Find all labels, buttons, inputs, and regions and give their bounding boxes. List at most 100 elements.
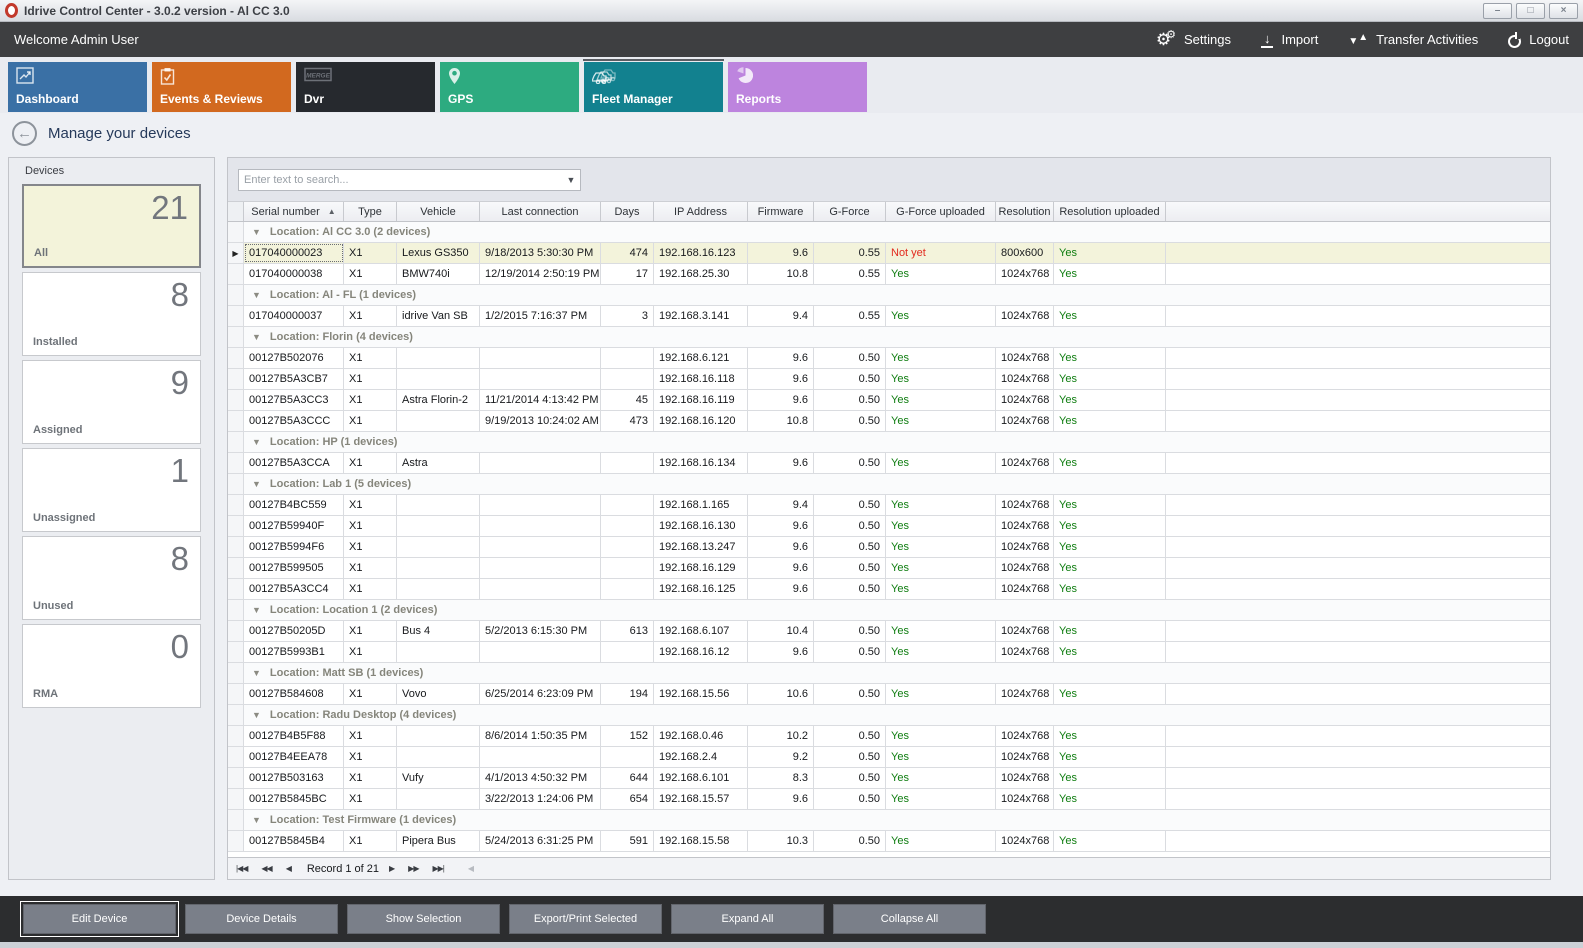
column-header-ip-address[interactable]: IP Address — [654, 202, 748, 221]
device-row[interactable]: 00127B5993B1X1192.168.16.129.60.50Yes102… — [228, 642, 1550, 663]
first-record-button[interactable]: |◀◀ — [236, 864, 247, 873]
tab-dashboard[interactable]: Dashboard — [8, 62, 147, 112]
group-row[interactable]: ▼Location: Matt SB (1 devices) — [228, 663, 1550, 684]
prev-record-button[interactable]: ◀ — [286, 864, 291, 873]
minimize-button[interactable]: – — [1483, 3, 1512, 19]
edit-device-button[interactable]: Edit Device — [23, 904, 176, 934]
next-record-button[interactable]: ▶ — [389, 864, 394, 873]
column-header-firmware[interactable]: Firmware — [748, 202, 814, 221]
search-dropdown-icon[interactable]: ▼ — [562, 175, 580, 185]
close-button[interactable]: × — [1549, 3, 1578, 19]
cell-type: X1 — [344, 558, 397, 578]
collapse-group-icon[interactable]: ▼ — [252, 290, 261, 300]
device-row[interactable]: 00127B5A3CCAX1Astra192.168.16.1349.60.50… — [228, 453, 1550, 474]
collapse-all-button[interactable]: Collapse All — [833, 904, 986, 934]
collapse-group-icon[interactable]: ▼ — [252, 605, 261, 615]
welcome-text: Welcome Admin User — [14, 32, 139, 47]
collapse-group-icon[interactable]: ▼ — [252, 668, 261, 678]
search-combo[interactable]: ▼ — [238, 169, 581, 191]
hscroll-left-icon[interactable]: ◀ — [468, 864, 473, 873]
filter-card-rma[interactable]: 0RMA — [22, 624, 201, 708]
device-row[interactable]: 00127B4EEA78X1192.168.2.49.20.50Yes1024x… — [228, 747, 1550, 768]
cell-firmware: 9.4 — [748, 306, 814, 326]
device-details-button[interactable]: Device Details — [185, 904, 338, 934]
show-selection-button[interactable]: Show Selection — [347, 904, 500, 934]
expand-all-button[interactable]: Expand All — [671, 904, 824, 934]
group-row[interactable]: ▼Location: Location 1 (2 devices) — [228, 600, 1550, 621]
group-row[interactable]: ▼Location: Lab 1 (5 devices) — [228, 474, 1550, 495]
device-row[interactable]: 017040000037X1idrive Van SB1/2/2015 7:16… — [228, 306, 1550, 327]
device-row[interactable]: 00127B5A3CB7X1192.168.16.1189.60.50Yes10… — [228, 369, 1550, 390]
column-header-vehicle[interactable]: Vehicle — [397, 202, 480, 221]
device-row[interactable]: 00127B50205DX1Bus 45/2/2013 6:15:30 PM61… — [228, 621, 1550, 642]
cell-serial-number: 00127B599505 — [244, 558, 344, 578]
collapse-group-icon[interactable]: ▼ — [252, 815, 261, 825]
page-title: Manage your devices — [48, 125, 191, 142]
column-header-g-force[interactable]: G-Force — [814, 202, 886, 221]
column-header-g-force-uploaded[interactable]: G-Force uploaded — [886, 202, 996, 221]
filter-card-unassigned[interactable]: 1Unassigned — [22, 448, 201, 532]
cell-g-force: 0.50 — [814, 621, 886, 641]
search-input[interactable] — [239, 174, 562, 186]
group-row[interactable]: ▼Location: Al CC 3.0 (2 devices) — [228, 222, 1550, 243]
device-row[interactable]: 00127B5994F6X1192.168.13.2479.60.50Yes10… — [228, 537, 1550, 558]
column-header-resolution-uploaded[interactable]: Resolution uploaded — [1054, 202, 1166, 221]
device-row[interactable]: 017040000038X1BMW740i12/19/2014 2:50:19 … — [228, 264, 1550, 285]
group-row[interactable]: ▼Location: Radu Desktop (4 devices) — [228, 705, 1550, 726]
cell-g-force: 0.50 — [814, 453, 886, 473]
cell-firmware: 9.6 — [748, 537, 814, 557]
column-header-days[interactable]: Days — [601, 202, 654, 221]
device-row[interactable]: 00127B502076X1192.168.6.1219.60.50Yes102… — [228, 348, 1550, 369]
collapse-group-icon[interactable]: ▼ — [252, 332, 261, 342]
device-row[interactable]: 00127B5A3CCCX19/19/2013 10:24:02 AM47319… — [228, 411, 1550, 432]
device-row[interactable]: 00127B599505X1192.168.16.1299.60.50Yes10… — [228, 558, 1550, 579]
group-row[interactable]: ▼Location: Test Firmware (1 devices) — [228, 810, 1550, 831]
transfer-activities-button[interactable]: Transfer Activities — [1348, 32, 1478, 47]
filter-card-all[interactable]: 21All — [22, 184, 201, 268]
tab-reports[interactable]: Reports — [728, 62, 867, 112]
column-header-last-connection[interactable]: Last connection — [480, 202, 601, 221]
tab-fleet-manager[interactable]: Fleet Manager — [584, 62, 723, 112]
group-row[interactable]: ▼Location: Al - FL (1 devices) — [228, 285, 1550, 306]
cell-last-connection — [480, 537, 601, 557]
row-filler — [1166, 831, 1550, 851]
tab-gps[interactable]: GPS — [440, 62, 579, 112]
device-row[interactable]: 00127B59940FX1192.168.16.1309.60.50Yes10… — [228, 516, 1550, 537]
column-header-resolution[interactable]: Resolution — [996, 202, 1054, 221]
device-row[interactable]: 00127B4BC559X1192.168.1.1659.40.50Yes102… — [228, 495, 1550, 516]
collapse-group-icon[interactable]: ▼ — [252, 479, 261, 489]
group-row[interactable]: ▼Location: Florin (4 devices) — [228, 327, 1550, 348]
cell-firmware: 9.6 — [748, 348, 814, 368]
collapse-group-icon[interactable]: ▼ — [252, 710, 261, 720]
device-row[interactable]: 00127B5A3CC4X1192.168.16.1259.60.50Yes10… — [228, 579, 1550, 600]
cell-last-connection: 9/18/2013 5:30:30 PM — [480, 243, 601, 263]
filter-card-unused[interactable]: 8Unused — [22, 536, 201, 620]
collapse-group-icon[interactable]: ▼ — [252, 437, 261, 447]
back-button[interactable]: ← — [12, 121, 37, 146]
export-print-selected-button[interactable]: Export/Print Selected — [509, 904, 662, 934]
filter-card-assigned[interactable]: 9Assigned — [22, 360, 201, 444]
device-row[interactable]: 00127B5845B4X1Pipera Bus5/24/2013 6:31:2… — [228, 831, 1550, 852]
import-button[interactable]: Import — [1261, 32, 1318, 48]
logout-button[interactable]: Logout — [1508, 32, 1569, 48]
prev-page-button[interactable]: ◀◀ — [261, 864, 271, 873]
device-row[interactable]: 00127B503163X1Vufy4/1/2013 4:50:32 PM644… — [228, 768, 1550, 789]
filter-card-installed[interactable]: 8Installed — [22, 272, 201, 356]
device-row[interactable]: 00127B584608X1Vovo6/25/2014 6:23:09 PM19… — [228, 684, 1550, 705]
tab-events-reviews[interactable]: Events & Reviews — [152, 62, 291, 112]
settings-button[interactable]: Settings — [1156, 31, 1231, 48]
cell-vehicle — [397, 726, 480, 746]
device-row[interactable]: 00127B5A3CC3X1Astra Florin-211/21/2014 4… — [228, 390, 1550, 411]
column-header-type[interactable]: Type — [344, 202, 397, 221]
collapse-group-icon[interactable]: ▼ — [252, 227, 261, 237]
column-header-serial-number[interactable]: Serial number▲ — [244, 202, 344, 221]
last-record-button[interactable]: ▶▶| — [432, 864, 443, 873]
device-row[interactable]: 00127B4B5F88X18/6/2014 1:50:35 PM152192.… — [228, 726, 1550, 747]
column-header-label: Serial number — [251, 206, 319, 218]
device-row[interactable]: 00127B5845BCX13/22/2013 1:24:06 PM654192… — [228, 789, 1550, 810]
tab-dvr[interactable]: MERGEDvr — [296, 62, 435, 112]
device-row[interactable]: ▶017040000023X1Lexus GS3509/18/2013 5:30… — [228, 243, 1550, 264]
maximize-button[interactable]: □ — [1516, 3, 1545, 19]
next-page-button[interactable]: ▶▶ — [408, 864, 418, 873]
group-row[interactable]: ▼Location: HP (1 devices) — [228, 432, 1550, 453]
